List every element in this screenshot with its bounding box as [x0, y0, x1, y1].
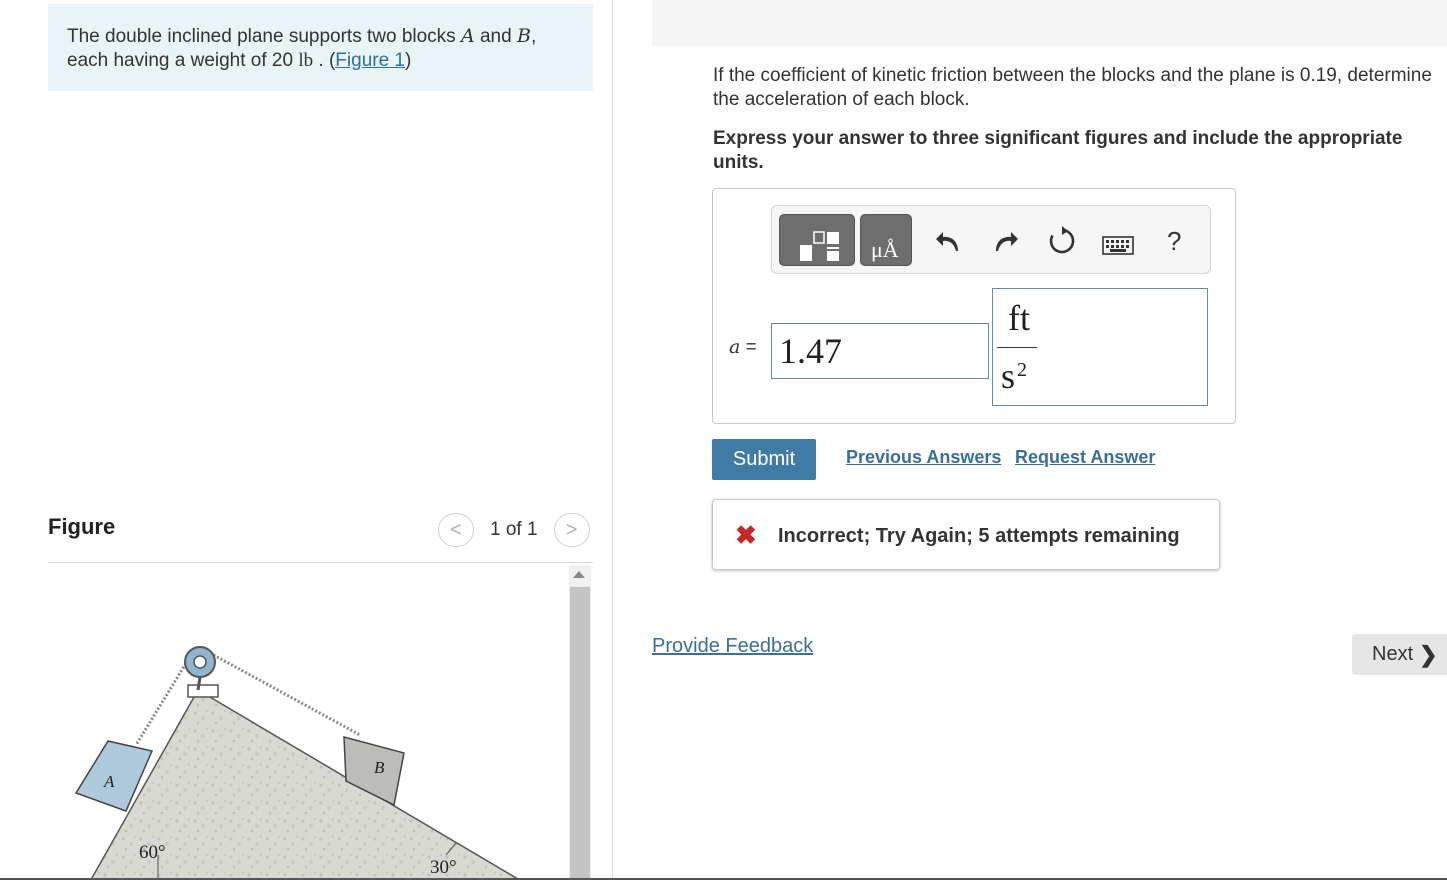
template-button[interactable]: [779, 214, 855, 266]
keyboard-icon[interactable]: [1102, 236, 1134, 256]
figure-image: A B 60° 30°: [48, 565, 568, 880]
scroll-up-icon[interactable]: [573, 571, 585, 578]
figure-nav: < 1 of 1 >: [438, 513, 590, 547]
figure-counter: 1 of 1: [490, 519, 538, 540]
request-answer-link[interactable]: Request Answer: [1015, 447, 1155, 468]
answer-equals: =: [740, 337, 757, 358]
block-a-label: A: [103, 772, 115, 791]
submit-button[interactable]: Submit: [712, 439, 816, 480]
angle-right-label: 30°: [430, 857, 457, 878]
undo-icon[interactable]: [934, 228, 962, 254]
feedback-message: ✖ Incorrect; Try Again; 5 attempts remai…: [712, 499, 1220, 570]
answer-instruction: Express your answer to three significant…: [713, 128, 1403, 173]
figure-prev-button[interactable]: <: [438, 513, 474, 547]
provide-feedback-link[interactable]: Provide Feedback: [652, 635, 813, 658]
panel-divider: [612, 0, 613, 880]
unit-input[interactable]: ft s 2: [992, 288, 1208, 406]
unit-denominator: s: [1001, 356, 1016, 396]
redo-icon[interactable]: [992, 228, 1020, 254]
chevron-right-icon: ❯: [1419, 641, 1438, 667]
chevron-left-icon: <: [450, 518, 462, 541]
figure-link[interactable]: Figure 1: [335, 50, 405, 71]
unit-lb: lb: [298, 50, 314, 71]
chevron-right-icon: >: [565, 518, 578, 541]
feedback-text: Incorrect; Try Again; 5 attempts remaini…: [778, 525, 1180, 547]
pulley-axle: [193, 655, 207, 669]
figure-next-button[interactable]: >: [553, 513, 590, 547]
problem-text-and: and: [474, 26, 517, 47]
figure-title: Figure: [48, 514, 116, 539]
math-toolbar: μÅ ?: [771, 205, 1211, 274]
problem-statement: The double inclined plane supports two b…: [48, 4, 593, 91]
block-b-var: B: [516, 25, 531, 47]
unit-numerator: ft: [1008, 298, 1030, 338]
answer-label: a =: [729, 336, 757, 359]
template-icon: [800, 231, 839, 261]
units-button[interactable]: μÅ: [860, 214, 912, 266]
value-input[interactable]: 1.47: [771, 323, 989, 379]
units-icon: μÅ: [871, 237, 899, 262]
part-header: [652, 0, 1447, 46]
problem-text-line2: each having a weight of 20: [67, 50, 299, 71]
scroll-thumb[interactable]: [570, 587, 590, 880]
error-x-icon: ✖: [735, 520, 757, 550]
block-a-var: A: [460, 25, 475, 47]
unit-exponent: 2: [1017, 359, 1027, 381]
problem-text-close: ): [405, 50, 412, 71]
question-line2: the acceleration of each block.: [713, 89, 970, 110]
angle-left-label: 60°: [139, 842, 166, 863]
pulley-bracket: [187, 684, 219, 698]
previous-answers-link[interactable]: Previous Answers: [846, 447, 1001, 468]
problem-text-comma: ,: [530, 26, 537, 47]
problem-text-dot: . (: [313, 50, 336, 71]
help-icon[interactable]: ?: [1167, 226, 1181, 257]
figure-scrollbar[interactable]: [569, 565, 591, 880]
next-button[interactable]: Next ❯: [1352, 634, 1447, 675]
figure-divider: [48, 562, 593, 563]
problem-text: The double inclined plane supports two b…: [67, 26, 461, 47]
block-b-label: B: [374, 758, 385, 777]
pulley-stem: [196, 676, 202, 691]
answer-var: a: [729, 336, 741, 358]
fraction-bar: [997, 347, 1037, 348]
question-text: If the coefficient of kinetic friction b…: [713, 64, 1447, 112]
next-label: Next: [1372, 643, 1414, 665]
question-line1: If the coefficient of kinetic friction b…: [713, 65, 1432, 86]
inclined-plane-diagram: A B 60° 30°: [74, 646, 522, 880]
reset-icon[interactable]: [1047, 226, 1077, 256]
